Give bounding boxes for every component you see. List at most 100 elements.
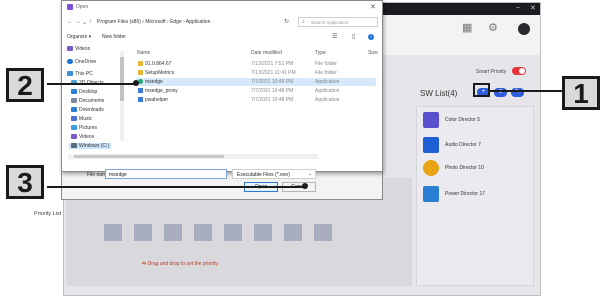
priority-slot[interactable] [254, 224, 272, 241]
nav-item-label: Videos [79, 134, 95, 140]
sw-item-power-director[interactable]: Power Director 17 [423, 186, 531, 204]
navigation-pane: Videos OneDrive This PC 3D Objects Deskt… [62, 44, 126, 154]
nav-item-downloads[interactable]: Downloads [71, 107, 104, 113]
file-name-input[interactable]: msedge [105, 169, 227, 179]
sw-item-label: Audio Director 7 [445, 142, 481, 148]
download-icon [71, 107, 77, 112]
nav-item-this-pc[interactable]: This PC [67, 71, 93, 77]
organize-button[interactable]: Organize ▾ [67, 34, 91, 40]
file-name-text: SetupMetrics [145, 70, 175, 76]
nav-item-windows-c[interactable]: Windows (C:) [69, 143, 112, 149]
folder-icon [138, 70, 143, 75]
videos-icon [71, 134, 77, 139]
cloud-icon [67, 59, 73, 64]
search-placeholder: Search Application [311, 20, 349, 25]
priority-slot[interactable] [284, 224, 302, 241]
file-row[interactable]: msedge_proxy 7/7/2021 10:48 PM Applicati… [136, 87, 376, 95]
nav-scroll-thumb[interactable] [120, 57, 124, 101]
callout-dot-2 [133, 80, 139, 86]
minimize-button[interactable]: – [516, 4, 520, 11]
sw-item-color-director[interactable]: Color Director 5 [423, 112, 531, 130]
document-icon [71, 98, 77, 103]
file-name-value: msedge [109, 172, 127, 178]
callout-2: 2 [6, 68, 44, 102]
column-size[interactable]: Size [368, 50, 378, 56]
dialog-close-button[interactable]: ✕ [370, 3, 376, 11]
help-icon[interactable]: ? [368, 34, 374, 40]
file-row[interactable]: SetupMetrics 7/13/2021 11:41 PM File fol… [136, 69, 376, 77]
callout-leader-1 [490, 90, 562, 92]
priority-slot[interactable] [314, 224, 332, 241]
file-type: File folder [315, 70, 337, 76]
nav-item-pictures[interactable]: Pictures [71, 125, 97, 131]
file-type: Application [315, 79, 340, 85]
column-date-modified[interactable]: Date modified [251, 50, 282, 56]
priority-slot[interactable] [164, 224, 182, 241]
recent-chevron-icon[interactable]: ⌄ [82, 19, 87, 26]
videos-icon [67, 46, 73, 51]
forward-icon[interactable]: → [75, 19, 81, 25]
file-name: msedge_proxy [138, 88, 178, 94]
breadcrumb[interactable]: Program Files (x86) › Microsoft › Edge ›… [97, 19, 210, 25]
computer-icon [67, 71, 73, 76]
smart-priority-toggle[interactable] [512, 67, 526, 75]
close-button[interactable]: ✕ [530, 4, 536, 12]
priority-slot[interactable] [224, 224, 242, 241]
drive-icon [71, 143, 77, 148]
search-input[interactable]: ⌕ Search Application [298, 17, 378, 27]
preview-pane-icon[interactable]: ▯ [352, 33, 355, 40]
file-date: 7/7/2021 10:48 PM [251, 79, 294, 85]
file-row[interactable]: pwahelper 7/7/2021 10:48 PM Application [136, 96, 376, 104]
file-date: 7/13/2021 7:51 PM [251, 61, 294, 67]
file-name: SetupMetrics [138, 70, 174, 76]
sw-item-audio-director[interactable]: Audio Director 7 [423, 137, 531, 155]
sw-item-photo-director[interactable]: Photo Director 10 [423, 160, 531, 178]
power-director-icon [423, 186, 439, 202]
horizontal-scroll-thumb[interactable] [74, 155, 224, 158]
column-type[interactable]: Type [315, 50, 326, 56]
user-icon[interactable] [518, 23, 530, 35]
nav-item-onedrive[interactable]: OneDrive [67, 59, 96, 65]
priority-slot[interactable] [194, 224, 212, 241]
callout-leader-2 [47, 83, 135, 85]
grid-icon[interactable]: ▦ [462, 21, 472, 34]
file-type: File folder [315, 61, 337, 67]
nav-item-music[interactable]: Music [71, 116, 92, 122]
open-file-dialog: Open ✕ ← → ⌄ ↑ Program Files (x86) › Mic… [61, 0, 383, 172]
priority-slot[interactable] [134, 224, 152, 241]
refresh-icon[interactable]: ↻ [284, 18, 289, 25]
nav-item-videos[interactable]: Videos [67, 46, 90, 52]
gear-icon[interactable]: ⚙ [488, 21, 498, 34]
view-icon[interactable]: ☰ [332, 33, 337, 40]
file-name-text: 91.0.864.67 [145, 61, 172, 67]
file-name-text: msedge_proxy [145, 88, 178, 94]
photo-director-icon [423, 160, 439, 176]
music-icon [71, 116, 77, 121]
file-type-select[interactable]: Executable Files (*.exe) ⌄ [232, 169, 316, 179]
nav-item-label: Windows (C:) [79, 143, 110, 149]
nav-item-label: OneDrive [75, 59, 97, 65]
nav-item-label: Music [79, 116, 93, 122]
callout-3: 3 [6, 165, 44, 199]
audio-director-icon [423, 137, 439, 153]
file-row[interactable]: 91.0.864.67 7/13/2021 7:51 PM File folde… [136, 60, 376, 68]
file-list: Name Date modified Type Size 91.0.864.67… [128, 44, 382, 149]
file-row-selected[interactable]: msedge 7/7/2021 10:48 PM Application [136, 78, 376, 86]
priority-slot[interactable] [104, 224, 122, 241]
nav-item-videos-2[interactable]: Videos [71, 134, 94, 140]
nav-item-desktop[interactable]: Desktop [71, 89, 97, 95]
desktop-icon [71, 89, 77, 94]
nav-item-documents[interactable]: Documents [71, 98, 104, 104]
up-icon[interactable]: ↑ [89, 19, 92, 25]
callout-leader-3 [47, 186, 304, 188]
dialog-toolbar: Organize ▾ New folder ☰ ▯ ? [62, 31, 382, 43]
sw-list-title: SW List(4) [420, 89, 458, 98]
priority-list-title: Priority List [34, 211, 62, 217]
new-folder-button[interactable]: New folder [102, 34, 126, 40]
file-name-text: pwahelper [145, 97, 169, 103]
drag-hint: ⇆ Drag and drop to set the priority. [142, 261, 219, 267]
folder-icon [138, 61, 143, 66]
back-icon[interactable]: ← [67, 19, 73, 25]
column-name[interactable]: Name [137, 50, 150, 56]
application-icon [138, 97, 143, 102]
